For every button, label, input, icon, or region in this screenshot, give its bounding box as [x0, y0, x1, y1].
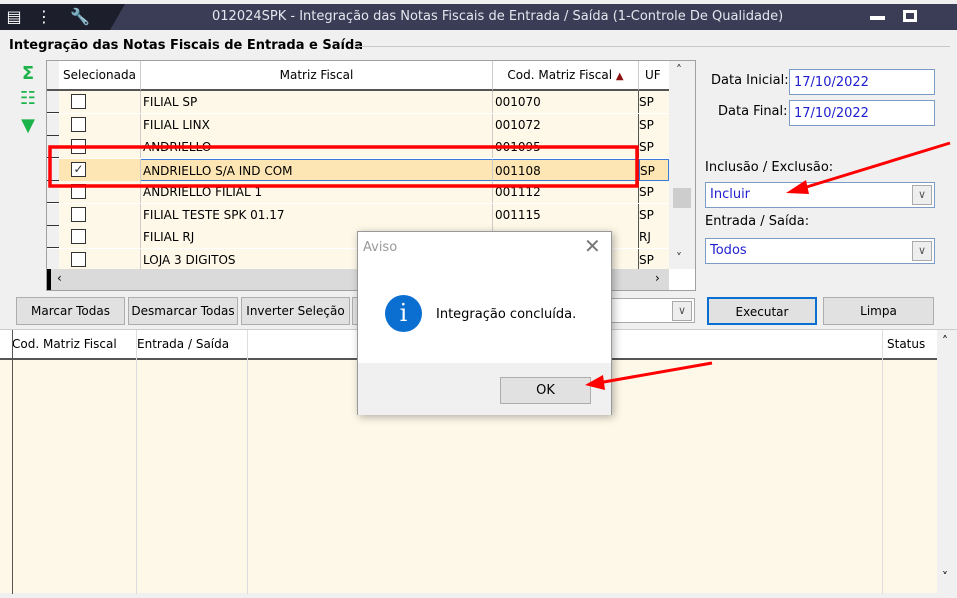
highlight-rectangle — [48, 145, 639, 188]
arrow-line — [597, 361, 713, 385]
annotation-layer — [48, 141, 951, 390]
arrow-head-icon — [786, 180, 809, 194]
arrow-line — [799, 141, 951, 191]
arrow-head-icon — [585, 375, 605, 390]
